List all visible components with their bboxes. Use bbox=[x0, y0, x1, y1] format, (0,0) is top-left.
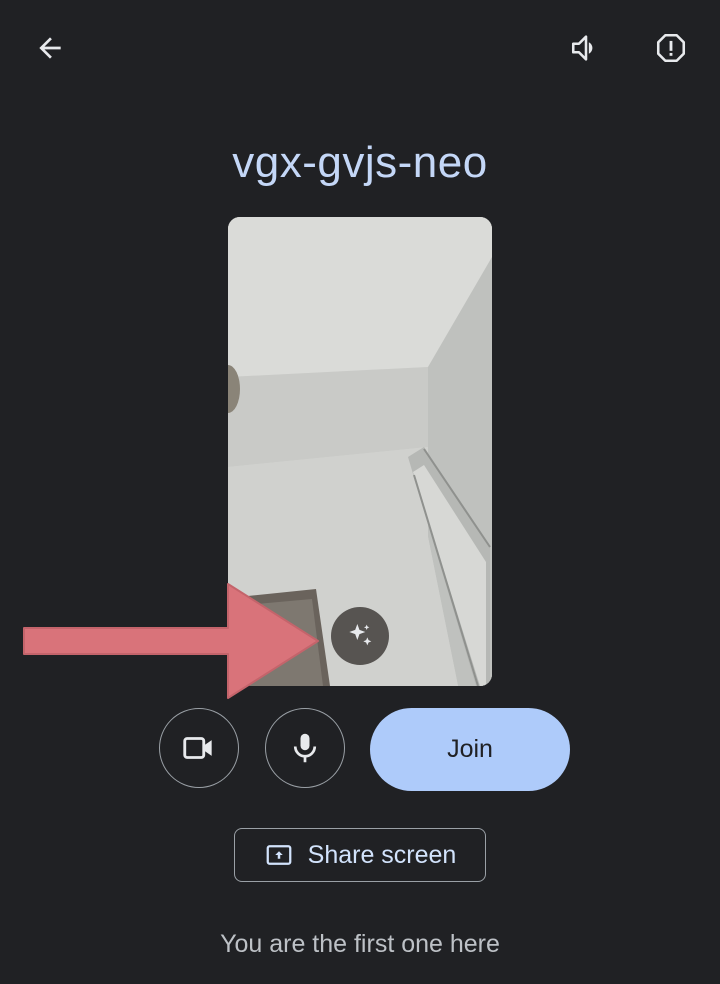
join-button-label: Join bbox=[447, 735, 493, 763]
microphone-toggle-button[interactable] bbox=[265, 708, 345, 788]
audio-output-button[interactable] bbox=[558, 20, 614, 76]
camera-toggle-button[interactable] bbox=[159, 708, 239, 788]
annotation-arrow bbox=[23, 583, 319, 699]
report-icon bbox=[656, 33, 686, 63]
mic-icon bbox=[293, 733, 317, 763]
meeting-status-text: You are the first one here bbox=[220, 930, 500, 958]
meeting-code: vgx-gvjs-neo bbox=[232, 138, 488, 187]
share-screen-button[interactable]: Share screen bbox=[234, 828, 486, 882]
back-button[interactable] bbox=[22, 20, 78, 76]
videocam-icon bbox=[183, 737, 212, 759]
join-button[interactable]: Join bbox=[370, 708, 570, 791]
visual-effects-button[interactable] bbox=[331, 607, 389, 665]
arrow-back-icon bbox=[39, 37, 61, 59]
speaker-icon bbox=[571, 35, 593, 61]
sparkle-icon bbox=[349, 624, 372, 646]
present-to-all-icon bbox=[266, 845, 292, 865]
report-problem-button[interactable] bbox=[643, 20, 699, 76]
share-screen-label: Share screen bbox=[307, 840, 457, 869]
